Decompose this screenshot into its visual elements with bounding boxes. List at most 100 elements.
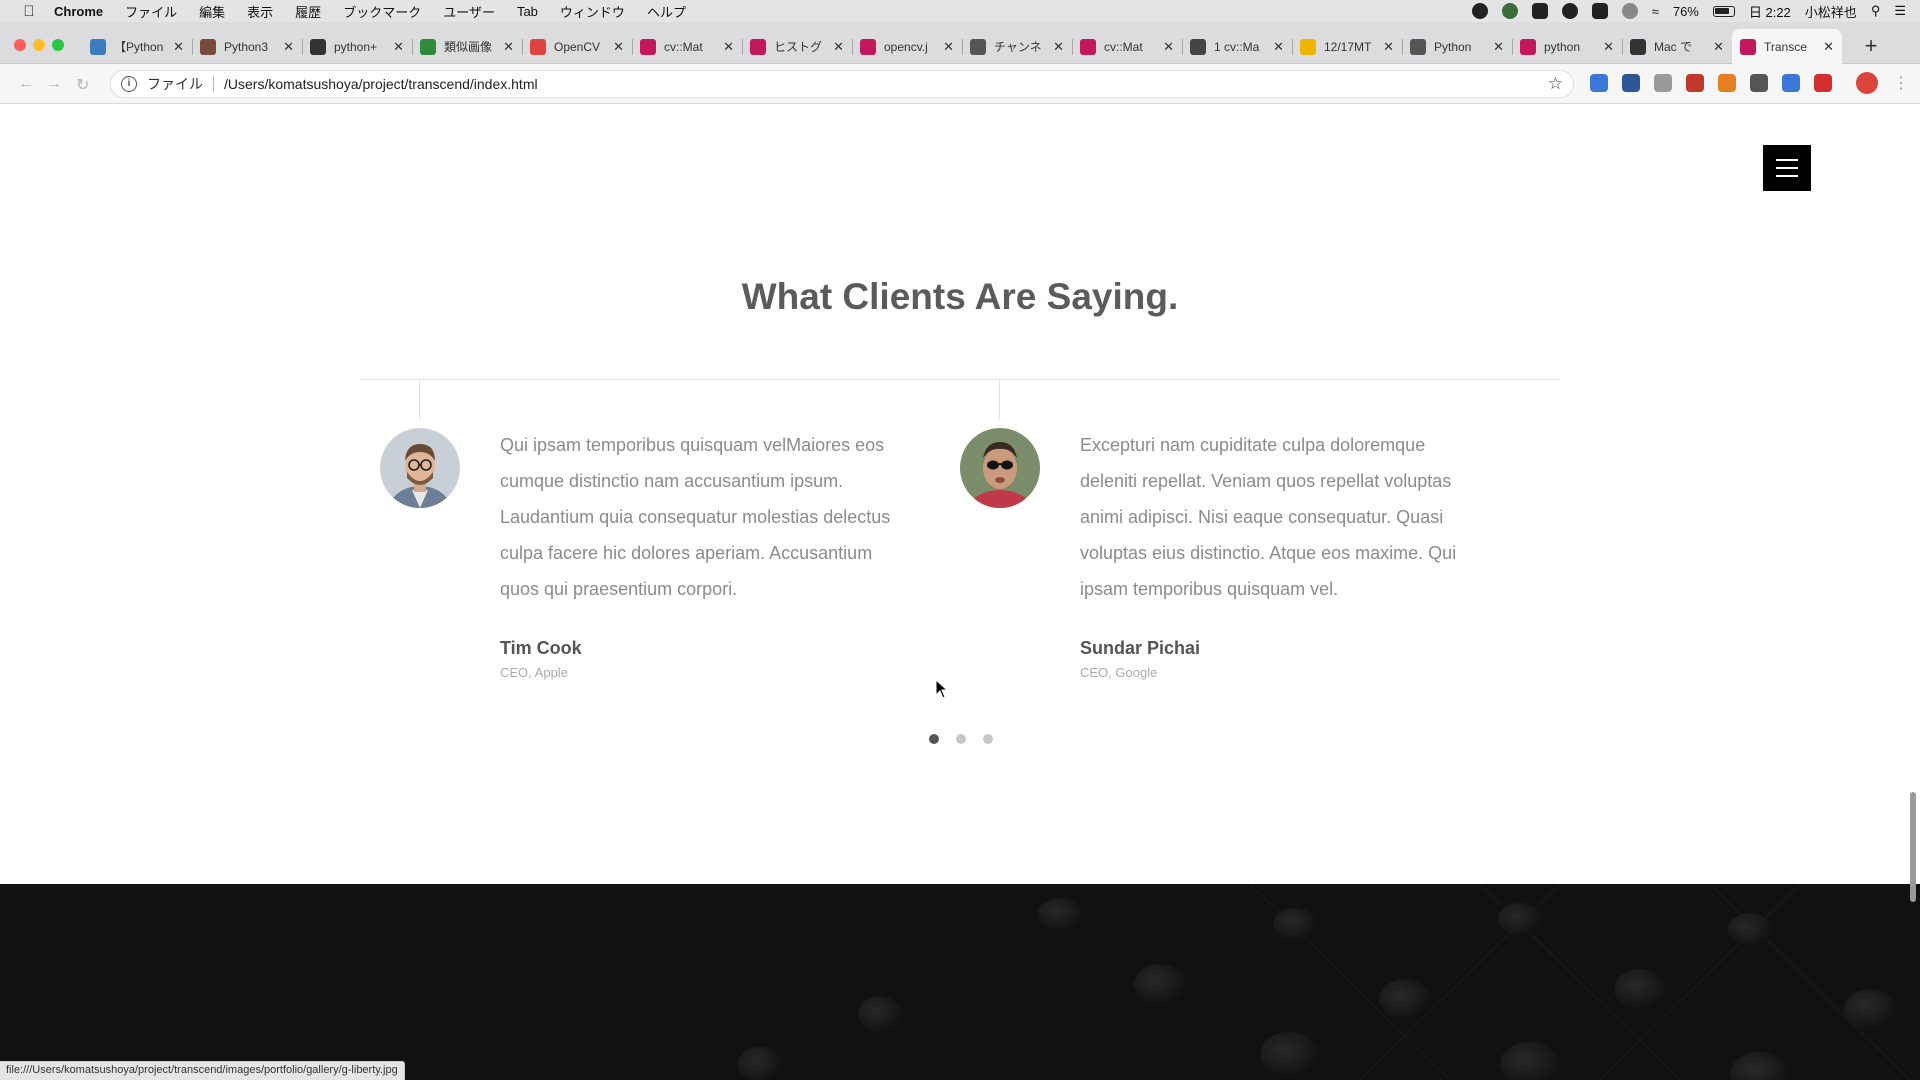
menu-user[interactable]: ユーザー <box>443 2 495 21</box>
tab-favicon-icon <box>1410 38 1426 55</box>
back-icon[interactable]: ← <box>18 75 34 93</box>
drop-icon[interactable] <box>1531 3 1548 19</box>
grammarly-icon[interactable] <box>1501 3 1518 19</box>
extension-icon[interactable] <box>1782 74 1800 92</box>
browser-tab[interactable]: 12/17MT ✕ <box>1292 29 1402 64</box>
menu-bookmarks[interactable]: ブックマーク <box>343 2 421 21</box>
search-icon[interactable]: ⚲ <box>1871 3 1881 19</box>
carousel-dot-1[interactable] <box>929 734 939 744</box>
tab-close-icon[interactable]: ✕ <box>1713 39 1724 55</box>
input-method-icon[interactable] <box>1591 3 1608 19</box>
creative-cloud-icon[interactable] <box>1561 3 1578 19</box>
tab-close-icon[interactable]: ✕ <box>1603 39 1614 55</box>
page-scrollbar[interactable] <box>1910 792 1916 902</box>
apple-menu-icon[interactable]:  <box>18 3 40 20</box>
tab-favicon-icon <box>750 38 766 55</box>
browser-toolbar: ← → ↻ i ファイル /Users/komatsushoya/project… <box>0 64 1920 104</box>
wifi-icon[interactable]: ≈ <box>1652 4 1659 19</box>
dark-background-section <box>0 884 1920 1080</box>
tab-close-icon[interactable]: ✕ <box>173 39 184 55</box>
testimonial-quote: Excepturi nam cupiditate culpa doloremqu… <box>1080 427 1560 607</box>
new-tab-button[interactable]: + <box>1856 31 1886 61</box>
forward-icon[interactable]: → <box>46 75 62 93</box>
testimonial-author-name: Tim Cook <box>500 638 582 658</box>
browser-tab[interactable]: Python ✕ <box>1402 29 1512 64</box>
tab-favicon-icon <box>1190 38 1206 55</box>
extension-icon[interactable] <box>1750 74 1768 92</box>
extension-icon[interactable] <box>1718 74 1736 92</box>
browser-tab[interactable]: 1 cv::Ma ✕ <box>1182 29 1292 64</box>
window-close-button[interactable] <box>14 39 26 51</box>
browser-tab[interactable]: チャンネ ✕ <box>962 29 1072 64</box>
menu-view[interactable]: 表示 <box>247 2 273 21</box>
tab-close-icon[interactable]: ✕ <box>613 39 624 55</box>
tab-close-icon[interactable]: ✕ <box>1163 39 1174 55</box>
extension-icon[interactable] <box>1686 74 1704 92</box>
tab-close-icon[interactable]: ✕ <box>283 39 294 55</box>
tab-close-icon[interactable]: ✕ <box>723 39 734 55</box>
browser-tab[interactable]: python ✕ <box>1512 29 1622 64</box>
browser-tab[interactable]: 【Python ✕ <box>82 29 192 64</box>
tab-close-icon[interactable]: ✕ <box>1273 39 1284 55</box>
tab-label: Python <box>1434 39 1472 54</box>
tab-favicon-icon <box>1300 38 1316 55</box>
extension-icon[interactable] <box>1814 74 1832 92</box>
window-minimize-button[interactable] <box>33 39 45 51</box>
url-text[interactable]: /Users/komatsushoya/project/transcend/in… <box>224 76 538 92</box>
browser-tab[interactable]: cv::Mat ✕ <box>1072 29 1182 64</box>
browser-tab[interactable]: ヒストグ ✕ <box>742 29 852 64</box>
tab-close-icon[interactable]: ✕ <box>1053 39 1064 55</box>
bookmark-star-icon[interactable]: ☆ <box>1548 74 1563 94</box>
tab-favicon-icon <box>530 38 546 55</box>
user-name[interactable]: 小松祥也 <box>1805 2 1857 21</box>
browser-tab[interactable]: cv::Mat ✕ <box>632 29 742 64</box>
address-bar[interactable]: i ファイル /Users/komatsushoya/project/trans… <box>110 70 1574 98</box>
tab-close-icon[interactable]: ✕ <box>503 39 514 55</box>
menu-window[interactable]: ウィンドウ <box>560 2 625 21</box>
menu-history[interactable]: 履歴 <box>295 2 321 21</box>
quote-line: cumque distinctio nam accusantium ipsum. <box>500 471 844 491</box>
tab-favicon-icon <box>200 38 216 55</box>
reload-icon[interactable]: ↻ <box>76 75 89 95</box>
info-icon[interactable]: i <box>121 76 137 92</box>
tab-favicon-icon <box>310 38 326 55</box>
tab-active[interactable]: Transce ✕ <box>1732 29 1842 64</box>
tab-close-icon[interactable]: ✕ <box>1493 39 1504 55</box>
clock[interactable]: 日 2:22 <box>1749 2 1791 21</box>
extension-icon[interactable] <box>1654 74 1672 92</box>
browser-tab[interactable]: python+ ✕ <box>302 29 412 64</box>
notification-list-icon[interactable]: ☰ <box>1894 3 1906 19</box>
record-icon[interactable] <box>1471 3 1488 19</box>
carousel-dot-2[interactable] <box>956 734 966 744</box>
extensions-bar <box>1590 74 1846 92</box>
quote-line: Excepturi nam cupiditate culpa doloremqu… <box>1080 435 1426 455</box>
battery-icon[interactable] <box>1712 5 1735 17</box>
app-menu-chrome[interactable]: Chrome <box>54 4 103 19</box>
quote-line: voluptas eius distinctio. Atque eos maxi… <box>1080 543 1457 563</box>
browser-tab[interactable]: opencv.j ✕ <box>852 29 962 64</box>
tab-favicon-icon <box>860 38 876 55</box>
browser-tab[interactable]: Mac で ✕ <box>1622 29 1732 64</box>
browser-tab[interactable]: 類似画像 ✕ <box>412 29 522 64</box>
bluetooth-icon[interactable] <box>1621 3 1638 19</box>
menu-file[interactable]: ファイル <box>125 2 177 21</box>
tab-close-icon[interactable]: ✕ <box>943 39 954 55</box>
tab-label: python <box>1544 39 1581 54</box>
window-zoom-button[interactable] <box>52 39 64 51</box>
menu-tab[interactable]: Tab <box>517 4 538 19</box>
browser-menu-icon[interactable]: ⋮ <box>1893 73 1909 93</box>
carousel-dot-3[interactable] <box>983 734 993 744</box>
extension-icon[interactable] <box>1590 74 1608 92</box>
tab-close-icon[interactable]: ✕ <box>833 39 844 55</box>
menu-help[interactable]: ヘルプ <box>647 2 686 21</box>
tab-close-icon[interactable]: ✕ <box>1823 39 1834 55</box>
menu-edit[interactable]: 編集 <box>199 2 225 21</box>
browser-tab[interactable]: OpenCV ✕ <box>522 29 632 64</box>
hamburger-menu-button[interactable] <box>1763 145 1811 191</box>
browser-tab[interactable]: Python3 ✕ <box>192 29 302 64</box>
profile-avatar[interactable] <box>1856 72 1878 94</box>
tab-close-icon[interactable]: ✕ <box>1383 39 1394 55</box>
tab-close-icon[interactable]: ✕ <box>393 39 404 55</box>
extension-icon[interactable] <box>1622 74 1640 92</box>
quote-line: animi adipisci. Nisi eaque consequatur. … <box>1080 507 1444 527</box>
